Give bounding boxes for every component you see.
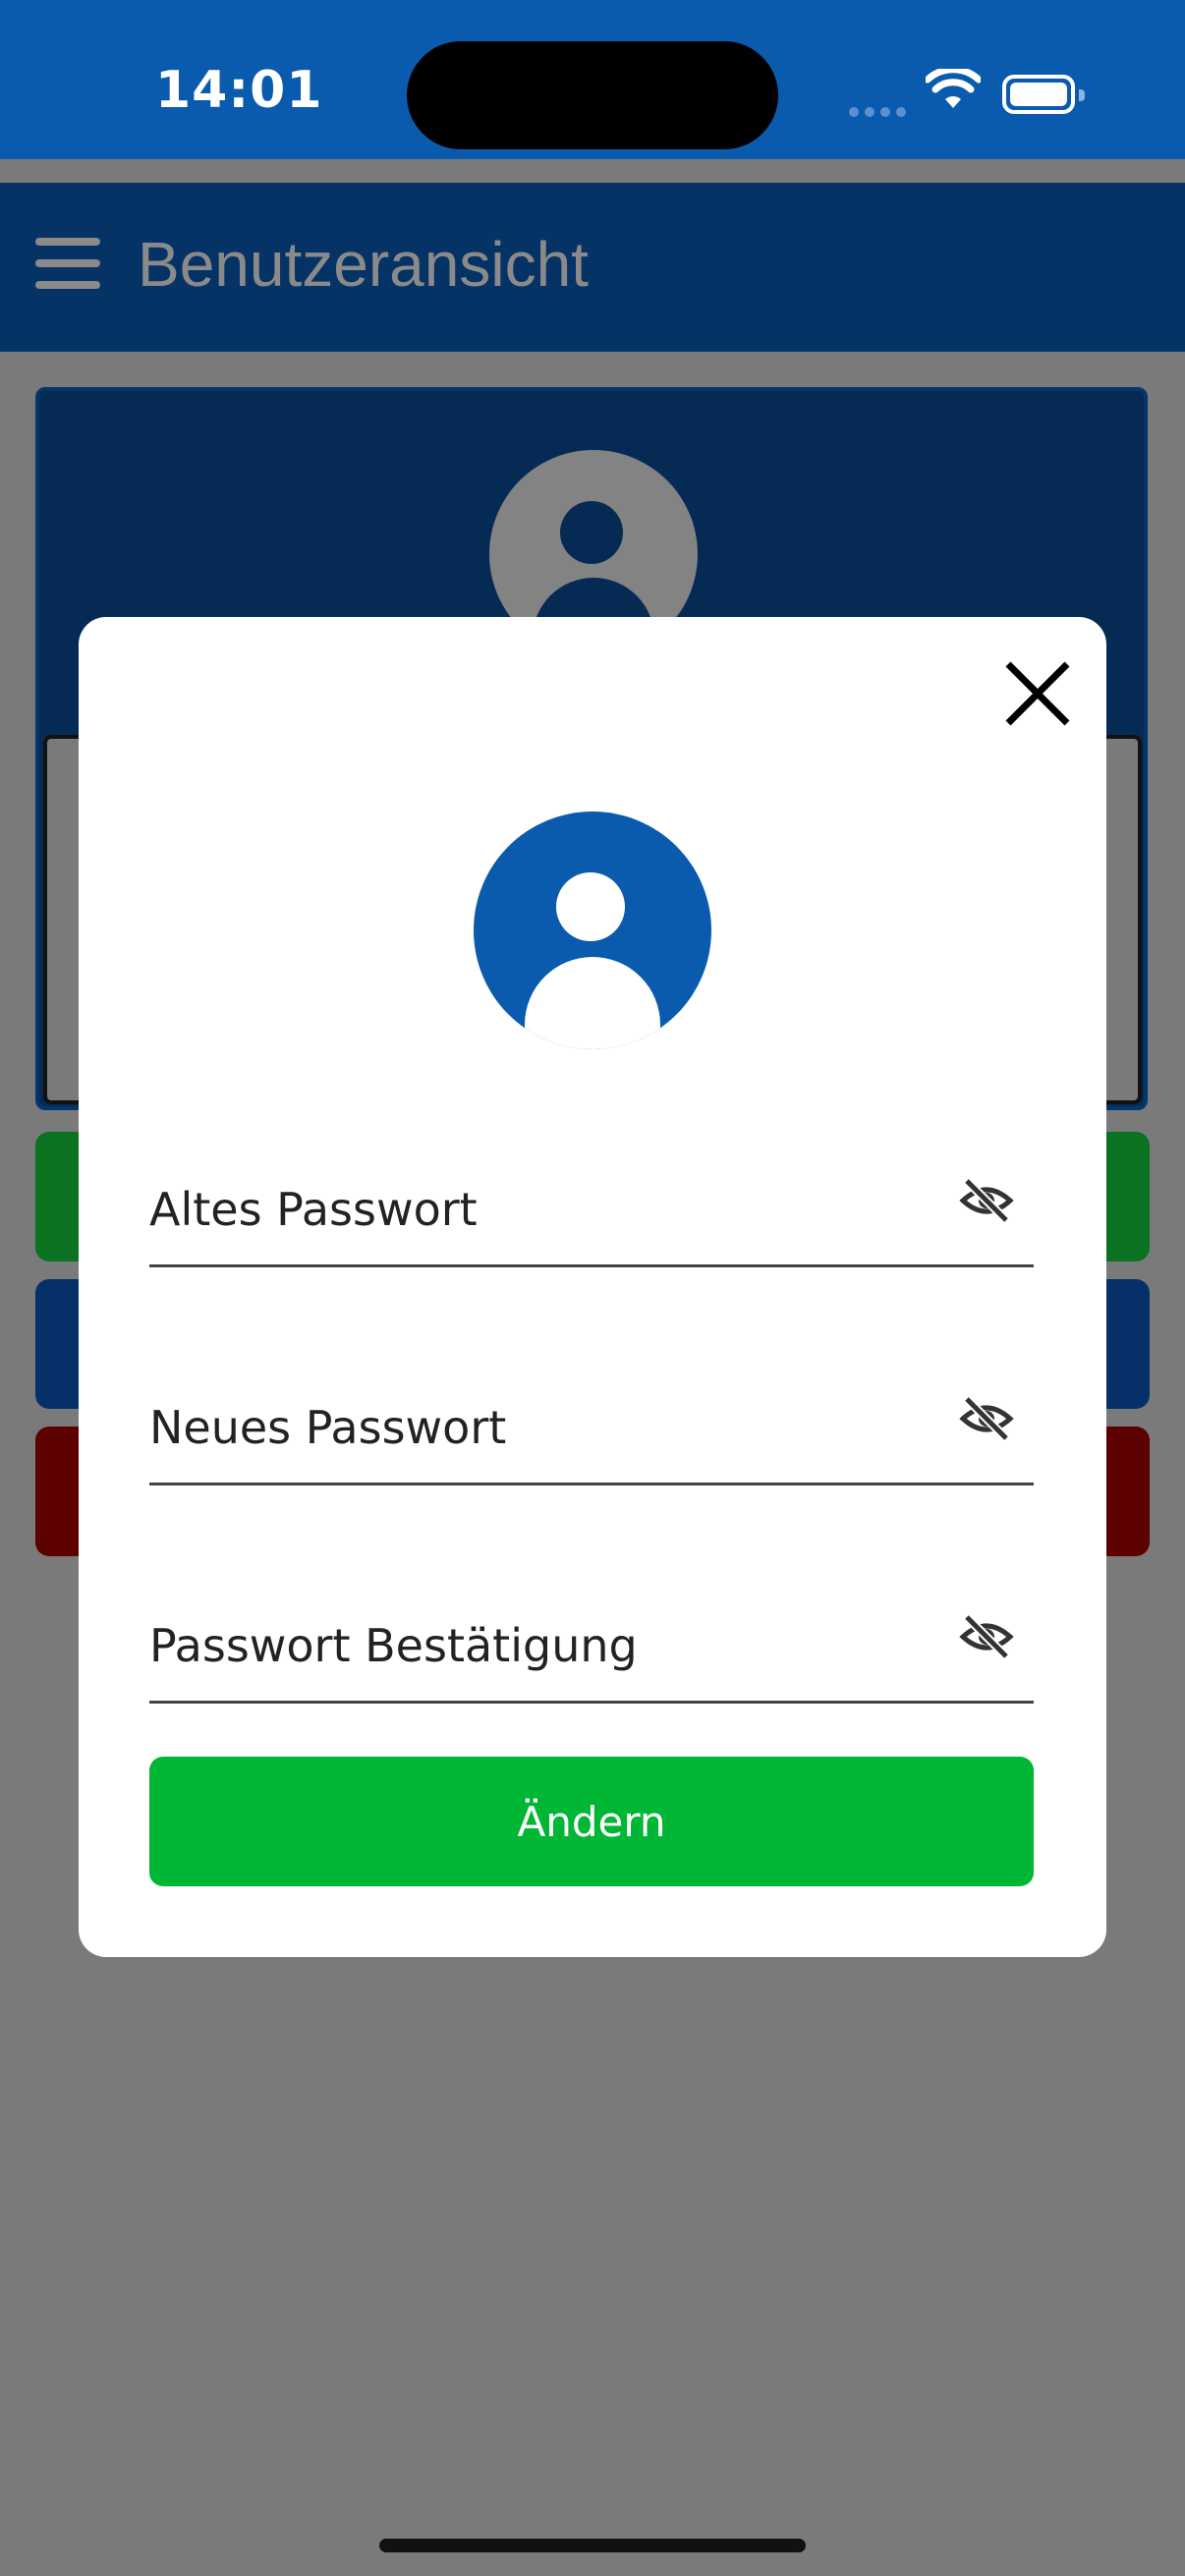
status-time: 14:01 bbox=[155, 61, 323, 120]
confirm-password-field[interactable] bbox=[149, 1586, 1034, 1704]
field-underline bbox=[149, 1701, 1034, 1704]
status-gap bbox=[0, 159, 1185, 183]
new-password-input[interactable] bbox=[149, 1383, 955, 1485]
field-underline bbox=[149, 1264, 1034, 1267]
eye-off-icon[interactable] bbox=[959, 1173, 1014, 1228]
old-password-input[interactable] bbox=[149, 1165, 955, 1267]
old-password-field[interactable] bbox=[149, 1149, 1034, 1267]
confirm-password-input[interactable] bbox=[149, 1601, 955, 1704]
eye-off-icon[interactable] bbox=[959, 1609, 1014, 1664]
change-button[interactable]: Ändern bbox=[149, 1757, 1034, 1886]
wifi-icon bbox=[924, 66, 983, 116]
eye-off-icon[interactable] bbox=[959, 1391, 1014, 1446]
new-password-field[interactable] bbox=[149, 1368, 1034, 1485]
battery-icon bbox=[1002, 75, 1085, 114]
hamburger-icon[interactable] bbox=[35, 238, 100, 303]
user-avatar-icon bbox=[474, 812, 711, 1049]
page-title: Benutzeransicht bbox=[138, 229, 589, 300]
home-indicator[interactable] bbox=[379, 2539, 806, 2552]
dynamic-island bbox=[407, 41, 778, 149]
close-icon[interactable] bbox=[998, 654, 1077, 733]
field-underline bbox=[149, 1483, 1034, 1485]
cellular-icon bbox=[849, 102, 912, 121]
